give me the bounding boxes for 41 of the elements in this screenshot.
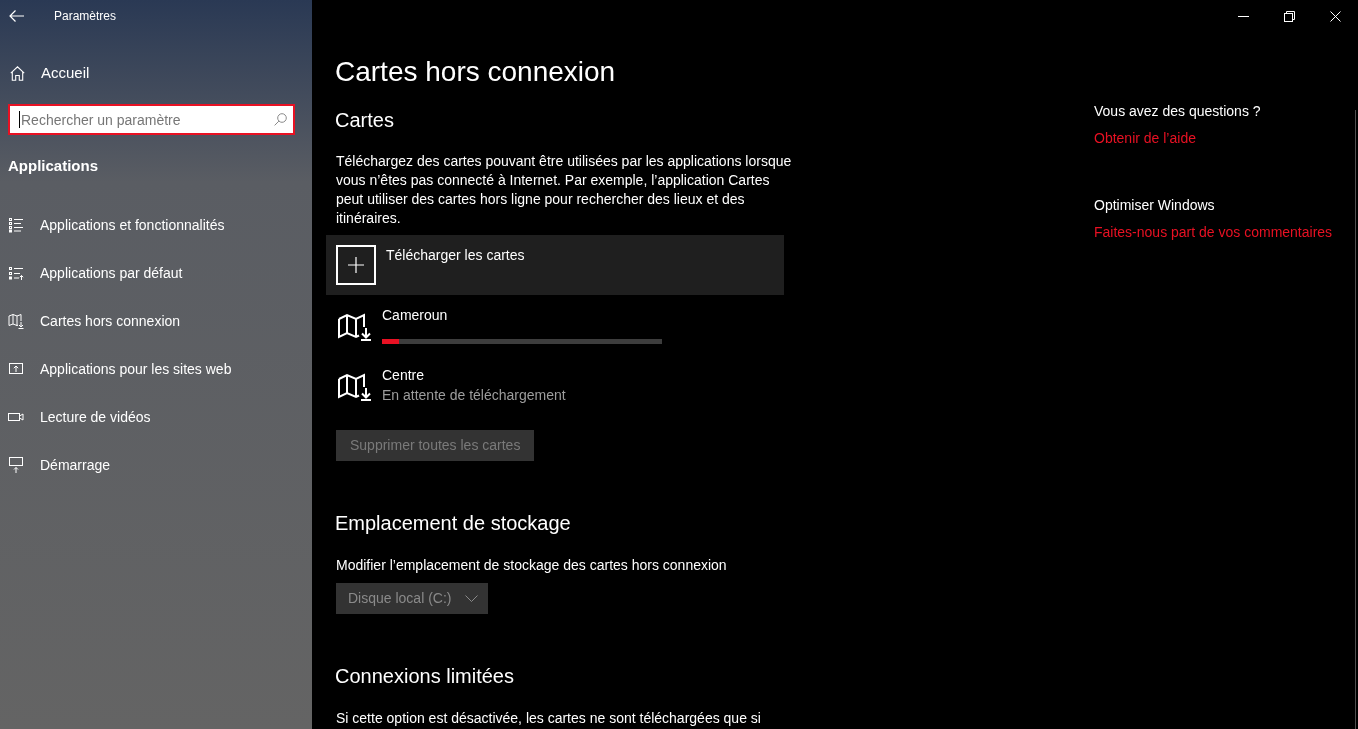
map-download-icon: [337, 373, 373, 401]
description: Téléchargez des cartes pouvant être utilisées par les applications lorsque vous n’êtes pas connecté à Internet. Par exemple, l’application Cartes peut utiliser des cartes hors ligne pour rechercher des lieux et des itinéraires.: [336, 152, 793, 228]
nav-item[interactable]: Démarrage: [0, 441, 312, 489]
nav-item[interactable]: Cartes hors connexion: [0, 297, 312, 345]
help-heading: Vous avez des questions ?: [1094, 102, 1261, 121]
nav-item[interactable]: Applications et fonctionnalités: [0, 201, 312, 249]
section-heading: Cartes: [335, 108, 395, 133]
page-title: Cartes hors connexion: [335, 55, 617, 89]
back-arrow-icon: [8, 10, 24, 22]
cursor-icon: [19, 111, 20, 128]
home-link[interactable]: Accueil: [0, 53, 312, 93]
apps-list-icon: [8, 217, 24, 233]
scrollbar[interactable]: [1355, 110, 1356, 729]
help-link[interactable]: Faites-nous part de vos commentaires: [1094, 222, 1333, 242]
close-icon: [1329, 10, 1341, 22]
section-heading: Applications: [7, 156, 99, 176]
help-heading: Optimiser Windows: [1094, 196, 1215, 215]
search-field[interactable]: Rechercher un paramètre: [8, 104, 295, 135]
restore-icon: [1283, 10, 1295, 22]
help-link[interactable]: Obtenir de l’aide: [1094, 128, 1196, 148]
chevron-down-icon: [465, 595, 479, 602]
download-maps-button[interactable]: Télécharger les cartes: [326, 235, 784, 295]
download-status: En attente de téléchargement: [382, 386, 566, 405]
home-icon: [10, 65, 25, 81]
minimize-icon: [1237, 15, 1249, 17]
window-title: Paramètres: [54, 8, 117, 24]
section-heading: Emplacement de stockage: [335, 511, 572, 536]
nav-item[interactable]: Applications par défaut: [0, 249, 312, 297]
map-download-icon: [8, 313, 24, 329]
monitor-arrow-icon: [8, 457, 24, 473]
list-arrow-icon: [8, 265, 24, 281]
field-label: Modifier l’emplacement de stockage des cartes hors connexion: [336, 556, 728, 575]
map-name: Cameroun: [382, 306, 448, 325]
section-heading: Connexions limitées: [335, 664, 515, 689]
map-download-icon: [337, 313, 373, 341]
map-name: Centre: [382, 366, 425, 385]
nav-item[interactable]: Applications pour les sites web: [0, 345, 312, 393]
nav-item[interactable]: Lecture de vidéos: [0, 393, 312, 441]
search-icon: [274, 113, 287, 126]
plus-icon: [336, 245, 376, 285]
description: Si cette option est désactivée, les cartes ne sont téléchargées que si: [336, 709, 762, 728]
